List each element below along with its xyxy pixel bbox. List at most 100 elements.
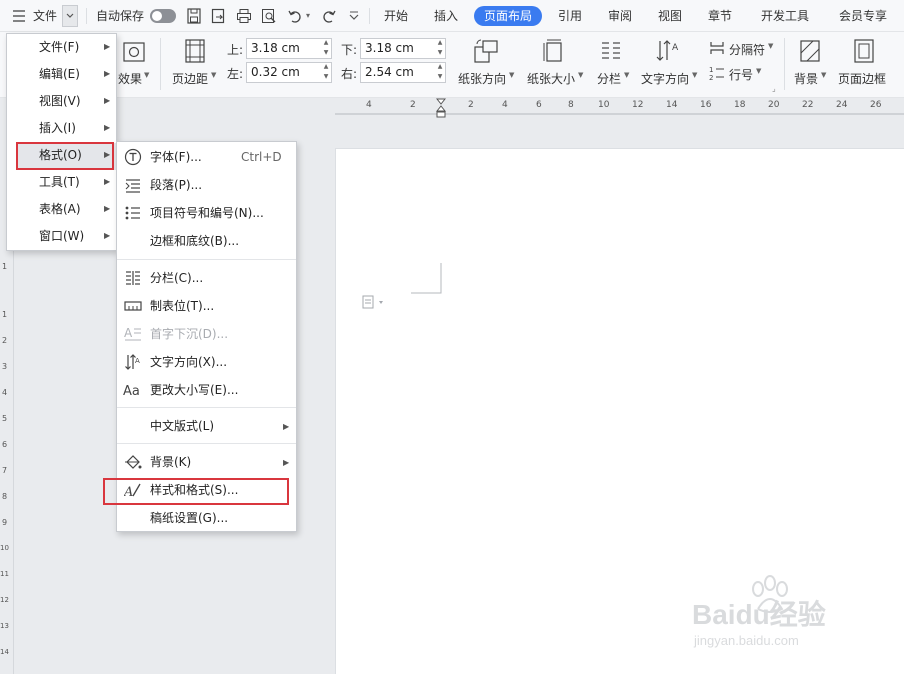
print-icon[interactable] (236, 8, 252, 24)
undo-dropdown-icon[interactable]: ▾ (306, 0, 310, 32)
file-dropdown-chevron-icon[interactable] (62, 5, 78, 27)
file-menu-button[interactable]: 文件 (33, 0, 57, 32)
paper-orientation-button[interactable]: 纸张方向 (458, 70, 506, 87)
menu-item-table[interactable]: 表格(A) (39, 196, 81, 223)
columns-dropdown-icon[interactable]: ▼ (624, 71, 629, 79)
divider (86, 8, 87, 24)
watermark-url: jingyan.baidu.com (694, 633, 799, 648)
menu-item-tab-stops[interactable]: 制表位(T)... (150, 293, 214, 320)
undo-icon[interactable] (287, 8, 303, 24)
bottom-margin-spinner-icon[interactable]: ▲ ▼ (434, 38, 446, 59)
tab-review[interactable]: 审阅 (604, 6, 636, 26)
tab-page-layout[interactable]: 页面布局 (474, 6, 542, 26)
hamburger-menu-icon[interactable] (12, 0, 26, 32)
menu-item-tools[interactable]: 工具(T) (39, 169, 80, 196)
margins-icon[interactable] (183, 38, 207, 67)
save-icon[interactable] (187, 8, 201, 24)
menu-item-borders-shading[interactable]: 边框和底纹(B)... (150, 228, 239, 255)
menu-item-insert[interactable]: 插入(I) (39, 115, 76, 142)
right-margin-label: 右: (341, 67, 358, 81)
redo-icon[interactable] (321, 8, 337, 24)
columns-icon (124, 269, 142, 287)
separator-icon[interactable] (709, 40, 725, 59)
export-pdf-icon[interactable] (211, 8, 227, 24)
menu-item-paragraph[interactable]: 段落(P)... (150, 172, 202, 199)
ruler-number: 4 (366, 100, 372, 110)
divider (369, 8, 370, 24)
document-page[interactable]: Baidu经验 jingyan.baidu.com (335, 148, 904, 674)
tab-member-exclusive[interactable]: 会员专享 (834, 6, 892, 26)
ruler-number: 1 (2, 262, 8, 271)
tab-view[interactable]: 视图 (654, 6, 686, 26)
text-direction-dropdown-icon[interactable]: ▼ (692, 71, 697, 79)
columns-button[interactable]: 分栏 (597, 70, 621, 87)
ruler-number: 14 (666, 100, 678, 110)
print-preview-icon[interactable] (261, 8, 277, 24)
paint-bucket-icon (124, 453, 142, 471)
top-margin-spinner-icon[interactable]: ▲ ▼ (320, 38, 332, 59)
right-margin-spinner-icon[interactable]: ▲ ▼ (434, 62, 446, 83)
top-margin-label: 上: (227, 43, 244, 57)
tab-insert[interactable]: 插入 (430, 6, 462, 26)
ruler-number: 18 (734, 100, 746, 110)
menu-item-window[interactable]: 窗口(W) (39, 223, 84, 250)
menu-separator (117, 259, 296, 260)
paper-size-icon[interactable] (542, 38, 566, 67)
paper-size-dropdown-icon[interactable]: ▼ (578, 71, 583, 79)
columns-icon[interactable] (599, 38, 623, 67)
menu-item-font[interactable]: 字体(F)... (150, 144, 202, 171)
ruler-number: 26 (870, 100, 882, 110)
ruler-number: 5 (2, 414, 8, 423)
paper-orientation-icon[interactable] (473, 38, 499, 67)
menu-item-bullets-numbering[interactable]: 项目符号和编号(N)... (150, 200, 264, 227)
menu-item-view[interactable]: 视图(V) (39, 88, 81, 115)
orientation-dropdown-icon[interactable]: ▼ (509, 71, 514, 79)
ruler-number: 10 (0, 544, 9, 552)
menu-item-edit[interactable]: 编辑(E) (39, 61, 80, 88)
tab-developer-tools[interactable]: 开发工具 (756, 6, 814, 26)
svg-text:A: A (124, 326, 133, 340)
menu-item-text-direction[interactable]: 文字方向(X)... (150, 349, 227, 376)
indent-marker-icon[interactable] (435, 98, 447, 123)
line-number-button[interactable]: 行号 (729, 66, 753, 83)
effects-dropdown-icon[interactable]: ▼ (144, 71, 149, 79)
menu-item-background[interactable]: 背景(K) (150, 449, 191, 476)
margins-dropdown-icon[interactable]: ▼ (211, 71, 216, 79)
menu-item-columns[interactable]: 分栏(C)... (150, 265, 203, 292)
text-direction-button[interactable]: 文字方向 (641, 70, 689, 87)
effects-icon[interactable] (122, 40, 146, 67)
page-setup-launcher-icon[interactable]: ⌟ (772, 84, 776, 93)
page-border-icon[interactable] (852, 38, 876, 67)
format-submenu: 字体(F)... Ctrl+D 段落(P)... 项目符号和编号(N)... 边… (116, 141, 297, 532)
autosave-toggle[interactable] (150, 9, 176, 23)
text-direction-icon[interactable]: A (655, 38, 681, 67)
margins-button[interactable]: 页边距 (172, 70, 208, 87)
change-case-icon: Aa (123, 381, 141, 399)
ruler-number: 7 (2, 466, 8, 475)
left-margin-spinner-icon[interactable]: ▲ ▼ (320, 62, 332, 83)
bullets-numbering-icon (124, 204, 142, 222)
menu-item-asian-layout[interactable]: 中文版式(L) (150, 413, 214, 440)
paper-size-button[interactable]: 纸张大小 (527, 70, 575, 87)
tab-references[interactable]: 引用 (554, 6, 586, 26)
menu-item-file[interactable]: 文件(F) (39, 34, 79, 61)
line-number-dropdown-icon[interactable]: ▼ (756, 67, 761, 75)
tab-home[interactable]: 开始 (380, 6, 412, 26)
customize-toolbar-icon[interactable] (348, 9, 360, 23)
line-number-icon[interactable]: 12 (709, 65, 725, 84)
document-icon[interactable] (362, 295, 386, 312)
tab-chapter[interactable]: 章节 (704, 6, 736, 26)
horizontal-ruler[interactable]: 4 2 2 4 6 8 10 12 14 16 18 20 22 24 26 (0, 98, 904, 120)
menu-item-change-case[interactable]: 更改大小写(E)... (150, 377, 238, 404)
background-button[interactable]: 背景 (794, 70, 818, 87)
background-icon[interactable] (798, 38, 822, 67)
effects-button[interactable]: 效果 (118, 70, 142, 87)
page-border-button[interactable]: 页面边框 (838, 70, 886, 87)
menu-separator (117, 443, 296, 444)
separator-button[interactable]: 分隔符 (729, 41, 765, 58)
font-shortcut: Ctrl+D (241, 150, 282, 164)
menu-item-manuscript-paper[interactable]: 稿纸设置(G)... (150, 505, 228, 532)
margin-corner-marker (411, 263, 442, 294)
separator-dropdown-icon[interactable]: ▼ (768, 42, 773, 50)
background-dropdown-icon[interactable]: ▼ (821, 71, 826, 79)
